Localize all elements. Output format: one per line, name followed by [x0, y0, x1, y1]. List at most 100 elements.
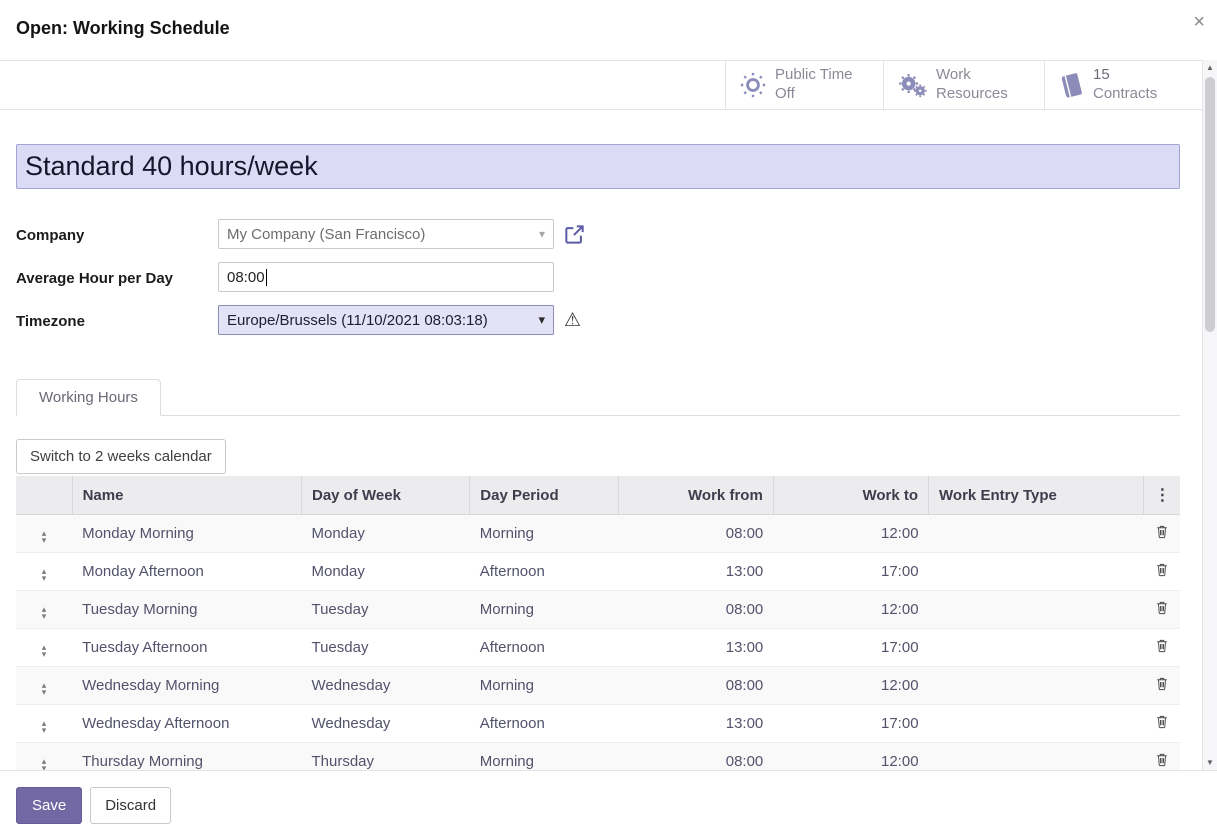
save-button[interactable]: Save: [16, 787, 82, 824]
contracts-count: 15: [1093, 66, 1187, 85]
table-row[interactable]: ▴▾ Tuesday Morning Tuesday Morning 08:00…: [16, 591, 1180, 629]
switch-calendar-button[interactable]: Switch to 2 weeks calendar: [16, 439, 226, 474]
timezone-select[interactable]: Europe/Brussels (11/10/2021 08:03:18) ▾: [218, 305, 554, 335]
cell-day-of-week[interactable]: Wednesday: [301, 705, 469, 743]
cell-day-period[interactable]: Afternoon: [470, 553, 618, 591]
delete-row-icon[interactable]: [1144, 705, 1180, 743]
cell-day-period[interactable]: Afternoon: [470, 629, 618, 667]
scroll-up-icon[interactable]: ▲: [1203, 60, 1217, 75]
working-hours-table: Name Day of Week Day Period Work from Wo…: [16, 476, 1180, 781]
gears-icon: [898, 73, 927, 98]
cell-work-to[interactable]: 12:00: [773, 515, 928, 553]
table-row[interactable]: ▴▾ Monday Morning Monday Morning 08:00 1…: [16, 515, 1180, 553]
company-field[interactable]: My Company (San Francisco) ▾: [218, 219, 554, 249]
column-header-work-entry-type[interactable]: Work Entry Type: [929, 476, 1144, 515]
cell-day-period[interactable]: Afternoon: [470, 705, 618, 743]
cell-day-period[interactable]: Morning: [470, 515, 618, 553]
cell-name[interactable]: Tuesday Afternoon: [72, 629, 301, 667]
delete-row-icon[interactable]: [1144, 629, 1180, 667]
close-icon[interactable]: ×: [1193, 12, 1205, 32]
handle-column-header: [16, 476, 72, 515]
cell-day-of-week[interactable]: Tuesday: [301, 629, 469, 667]
cell-work-entry-type[interactable]: [929, 629, 1144, 667]
external-link-icon[interactable]: [564, 224, 585, 245]
cell-work-from[interactable]: 13:00: [618, 629, 773, 667]
drag-handle-icon[interactable]: ▴▾: [16, 705, 72, 743]
sun-icon: [740, 72, 766, 98]
delete-row-icon[interactable]: [1144, 553, 1180, 591]
drag-handle-icon[interactable]: ▴▾: [16, 629, 72, 667]
cell-work-to[interactable]: 17:00: [773, 705, 928, 743]
cell-work-entry-type[interactable]: [929, 515, 1144, 553]
schedule-name-input[interactable]: [16, 144, 1180, 189]
cell-name[interactable]: Wednesday Afternoon: [72, 705, 301, 743]
delete-row-icon[interactable]: [1144, 667, 1180, 705]
cell-day-of-week[interactable]: Monday: [301, 553, 469, 591]
stat-button-bar: Public Time Off Work Resources 15 Contra…: [0, 60, 1217, 110]
table-row[interactable]: ▴▾ Wednesday Morning Wednesday Morning 0…: [16, 667, 1180, 705]
column-header-day-period[interactable]: Day Period: [470, 476, 618, 515]
company-value: My Company (San Francisco): [227, 226, 539, 243]
work-resources-button[interactable]: Work Resources: [883, 61, 1044, 109]
cell-day-of-week[interactable]: Monday: [301, 515, 469, 553]
modal-footer: Save Discard: [0, 770, 1217, 839]
table-row[interactable]: ▴▾ Wednesday Afternoon Wednesday Afterno…: [16, 705, 1180, 743]
cell-work-to[interactable]: 17:00: [773, 629, 928, 667]
scrollbar-thumb[interactable]: [1205, 77, 1215, 332]
delete-row-icon[interactable]: [1144, 515, 1180, 553]
table-row[interactable]: ▴▾ Monday Afternoon Monday Afternoon 13:…: [16, 553, 1180, 591]
delete-row-icon[interactable]: [1144, 591, 1180, 629]
cell-work-to[interactable]: 17:00: [773, 553, 928, 591]
table-header-row: Name Day of Week Day Period Work from Wo…: [16, 476, 1180, 515]
tab-bar: Working Hours: [16, 379, 1180, 416]
public-time-off-button[interactable]: Public Time Off: [725, 61, 883, 109]
column-header-work-to[interactable]: Work to: [773, 476, 928, 515]
column-options-icon[interactable]: ⋮: [1144, 476, 1180, 515]
cell-day-period[interactable]: Morning: [470, 591, 618, 629]
working-hours-tbody: ▴▾ Monday Morning Monday Morning 08:00 1…: [16, 515, 1180, 781]
cell-work-to[interactable]: 12:00: [773, 667, 928, 705]
drag-handle-icon[interactable]: ▴▾: [16, 667, 72, 705]
cell-day-of-week[interactable]: Wednesday: [301, 667, 469, 705]
chevron-down-icon: ▾: [539, 227, 545, 241]
column-header-name[interactable]: Name: [72, 476, 301, 515]
cell-work-entry-type[interactable]: [929, 553, 1144, 591]
discard-button[interactable]: Discard: [90, 787, 171, 824]
drag-handle-icon[interactable]: ▴▾: [16, 553, 72, 591]
cell-work-from[interactable]: 08:00: [618, 591, 773, 629]
timezone-label: Timezone: [16, 305, 181, 333]
cell-work-from[interactable]: 08:00: [618, 667, 773, 705]
cell-work-from[interactable]: 08:00: [618, 515, 773, 553]
cell-work-entry-type[interactable]: [929, 591, 1144, 629]
cell-name[interactable]: Monday Afternoon: [72, 553, 301, 591]
company-label: Company: [16, 219, 181, 247]
table-row[interactable]: ▴▾ Tuesday Afternoon Tuesday Afternoon 1…: [16, 629, 1180, 667]
text-cursor: [266, 269, 267, 286]
drag-handle-icon[interactable]: ▴▾: [16, 591, 72, 629]
timezone-value: Europe/Brussels (11/10/2021 08:03:18): [227, 312, 538, 329]
column-header-day-of-week[interactable]: Day of Week: [301, 476, 469, 515]
book-icon: [1059, 72, 1084, 99]
modal-header: Open: Working Schedule ×: [0, 0, 1217, 60]
cell-day-period[interactable]: Morning: [470, 667, 618, 705]
cell-work-to[interactable]: 12:00: [773, 591, 928, 629]
vertical-scrollbar[interactable]: ▲ ▼: [1202, 60, 1217, 770]
contracts-label: Contracts: [1093, 85, 1157, 102]
scroll-down-icon[interactable]: ▼: [1203, 755, 1217, 770]
chevron-down-icon: ▾: [538, 312, 545, 328]
column-header-work-from[interactable]: Work from: [618, 476, 773, 515]
cell-name[interactable]: Monday Morning: [72, 515, 301, 553]
warning-icon: ⚠: [564, 311, 581, 330]
cell-name[interactable]: Tuesday Morning: [72, 591, 301, 629]
contracts-button[interactable]: 15 Contracts: [1044, 61, 1201, 109]
cell-day-of-week[interactable]: Tuesday: [301, 591, 469, 629]
cell-work-entry-type[interactable]: [929, 705, 1144, 743]
cell-name[interactable]: Wednesday Morning: [72, 667, 301, 705]
average-hour-input[interactable]: 08:00: [218, 262, 554, 292]
tab-working-hours[interactable]: Working Hours: [16, 379, 161, 416]
cell-work-from[interactable]: 13:00: [618, 705, 773, 743]
form-grid: Company My Company (San Francisco) ▾ Ave…: [16, 219, 1180, 335]
drag-handle-icon[interactable]: ▴▾: [16, 515, 72, 553]
cell-work-from[interactable]: 13:00: [618, 553, 773, 591]
cell-work-entry-type[interactable]: [929, 667, 1144, 705]
